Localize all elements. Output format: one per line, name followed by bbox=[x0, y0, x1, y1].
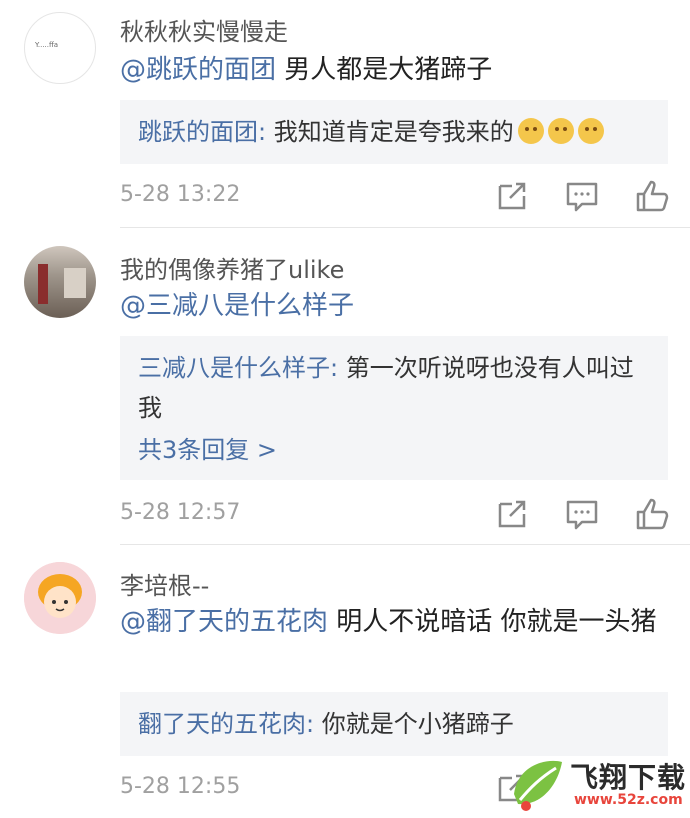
forward-icon[interactable] bbox=[492, 494, 532, 534]
forward-icon[interactable] bbox=[492, 176, 532, 216]
reply-author[interactable]: 翻了天的五花肉: bbox=[138, 710, 314, 738]
comment-icon[interactable] bbox=[562, 494, 602, 534]
avatar-photo-detail bbox=[64, 268, 86, 298]
mention-link[interactable]: @跳跃的面团 bbox=[120, 55, 276, 85]
timestamp: 5-28 12:55 bbox=[120, 774, 241, 799]
reply-author[interactable]: 跳跃的面团: bbox=[138, 118, 266, 146]
avatar[interactable]: Y.....ffa bbox=[24, 12, 96, 84]
more-replies-link[interactable]: 共3条回复 > bbox=[138, 430, 650, 470]
mention-link[interactable]: @翻了天的五花肉 bbox=[120, 607, 328, 637]
mention-link[interactable]: @三减八是什么样子 bbox=[120, 291, 354, 321]
reply-box[interactable]: 跳跃的面团: 我知道肯定是夸我来的 bbox=[120, 100, 668, 164]
comment-1: Y.....ffa 秋秋秋实慢慢走 @跳跃的面团 男人都是大猪蹄子 跳跃的面团:… bbox=[0, 0, 690, 228]
comment-icon[interactable] bbox=[562, 176, 602, 216]
comment-2: 我的偶像养猪了ulike @三减八是什么样子 三减八是什么样子: 第一次听说呀也… bbox=[0, 228, 690, 545]
watermark-title: 飞翔下载 bbox=[570, 761, 687, 794]
comment-content: @三减八是什么样子 bbox=[120, 286, 665, 326]
comment-content: @跳跃的面团 男人都是大猪蹄子 bbox=[120, 50, 665, 90]
comment-content: @翻了天的五花肉 明人不说暗话 你就是一头猪 bbox=[120, 602, 665, 642]
username[interactable]: 李培根-- bbox=[120, 566, 209, 601]
reply-box[interactable]: 三减八是什么样子: 第一次听说呀也没有人叫过我 共3条回复 > bbox=[120, 336, 668, 480]
watermark-url: www.52z.com bbox=[574, 792, 683, 808]
reply-text: 你就是个小猪蹄子 bbox=[314, 710, 514, 738]
cat-laugh-emoji bbox=[517, 118, 544, 144]
username[interactable]: 秋秋秋实慢慢走 bbox=[120, 12, 288, 47]
avatar[interactable] bbox=[24, 246, 96, 318]
watermark-logo: 飞翔下载 www.52z.com bbox=[508, 752, 688, 816]
like-icon[interactable] bbox=[632, 176, 672, 216]
comment-text: 男人都是大猪蹄子 bbox=[276, 55, 493, 85]
reply-text: 我知道肯定是夸我来的 bbox=[266, 118, 514, 146]
timestamp: 5-28 12:57 bbox=[120, 500, 241, 525]
comment-text: 明人不说暗话 你就是一头猪 bbox=[328, 607, 657, 637]
timestamp: 5-28 13:22 bbox=[120, 182, 241, 207]
cat-laugh-emoji bbox=[577, 118, 604, 144]
reply-author[interactable]: 三减八是什么样子: bbox=[138, 354, 338, 382]
username[interactable]: 我的偶像养猪了ulike bbox=[120, 250, 344, 285]
reply-box[interactable]: 翻了天的五花肉: 你就是个小猪蹄子 bbox=[120, 692, 668, 756]
cartoon-face-icon bbox=[24, 562, 96, 634]
cat-laugh-emoji bbox=[547, 118, 574, 144]
like-icon[interactable] bbox=[632, 494, 672, 534]
avatar-photo bbox=[38, 264, 48, 304]
leaf-logo-icon bbox=[514, 760, 562, 811]
avatar-text: Y.....ffa bbox=[35, 41, 59, 49]
avatar[interactable] bbox=[24, 562, 96, 634]
